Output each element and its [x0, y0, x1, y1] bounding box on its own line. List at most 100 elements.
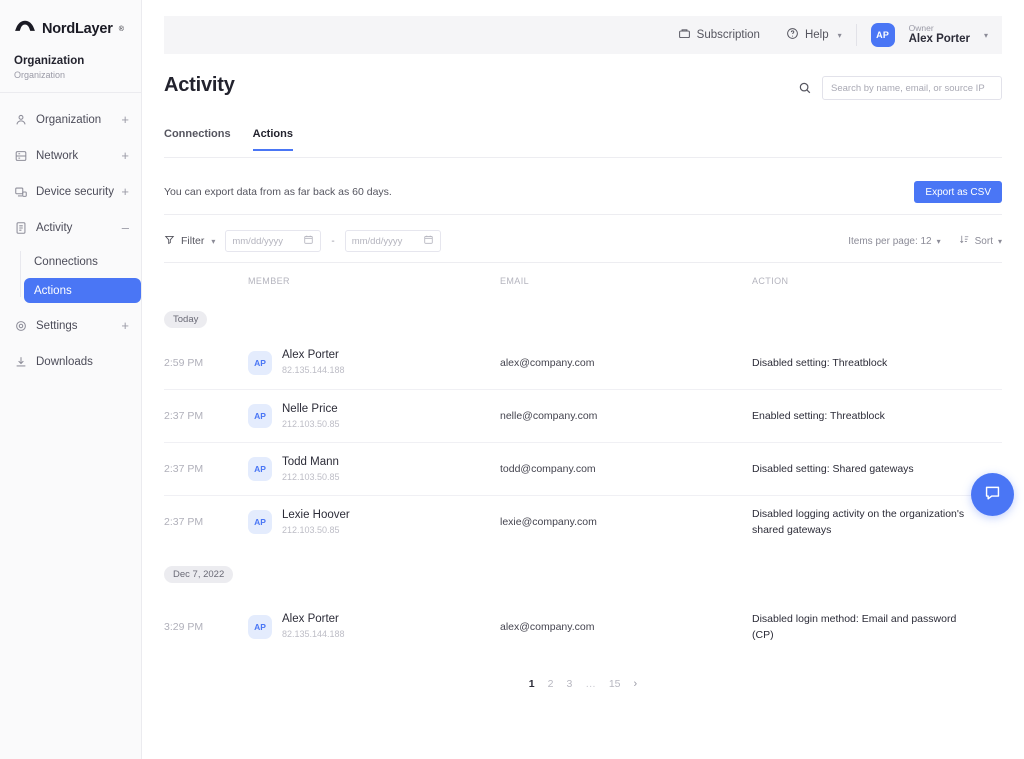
table-row[interactable]: 2:37 PM AP Nelle Price 212.103.50.85 nel… — [164, 389, 1002, 442]
chevron-down-icon: ▾ — [211, 236, 216, 246]
row-email: alex@company.com — [500, 356, 595, 369]
export-note: You can export data from as far back as … — [164, 186, 392, 198]
sidebar-subnav-activity: Connections Actions — [0, 249, 141, 303]
sidebar-item-connections[interactable]: Connections — [24, 249, 141, 274]
device-security-icon — [14, 185, 28, 199]
date-to-placeholder: mm/dd/yyyy — [351, 235, 403, 247]
network-icon — [14, 149, 28, 163]
org-block[interactable]: Organization Organization — [0, 40, 141, 93]
row-member: AP Alex Porter 82.135.144.188 — [248, 348, 500, 377]
chevron-down-icon: ▾ — [997, 236, 1002, 246]
tab-bar: Connections Actions — [164, 128, 293, 151]
date-to-input[interactable]: mm/dd/yyyy — [344, 230, 441, 252]
gear-icon — [14, 319, 28, 333]
table-row[interactable]: 3:29 PM AP Alex Porter 82.135.144.188 al… — [164, 600, 1002, 653]
member-meta: Alex Porter 82.135.144.188 — [282, 348, 345, 377]
toolbar-divider — [164, 262, 1002, 263]
nordlayer-logo-icon — [14, 18, 36, 40]
expand-icon[interactable]: + — [121, 185, 129, 198]
calendar-icon — [423, 234, 434, 248]
avatar: AP — [248, 614, 272, 639]
items-per-page-select[interactable]: Items per page: 12 ▾ — [848, 236, 940, 247]
row-member: AP Alex Porter 82.135.144.188 — [248, 612, 500, 641]
organization-icon — [14, 113, 28, 127]
sidebar-item-downloads[interactable]: Downloads — [0, 347, 141, 377]
export-divider — [164, 214, 1002, 215]
row-time: 2:37 PM — [164, 516, 204, 528]
brand-name: NordLayer — [42, 21, 113, 37]
sort-select[interactable]: Sort ▾ — [959, 234, 1002, 248]
row-time: 3:29 PM — [164, 620, 204, 633]
expand-icon[interactable]: + — [121, 113, 129, 126]
sidebar-item-device-security[interactable]: Device security + — [0, 177, 141, 207]
app-root: NordLayer ® Organization Organization Or… — [0, 0, 1024, 759]
date-from-input[interactable]: mm/dd/yyyy — [225, 230, 322, 252]
member-name: Alex Porter — [282, 349, 339, 361]
filter-label: Filter — [181, 235, 205, 247]
sidebar-item-activity[interactable]: Activity – — [0, 213, 141, 243]
search-icon[interactable] — [798, 81, 812, 95]
toolbar-right: Items per page: 12 ▾ Sort ▾ — [848, 234, 1002, 248]
row-action: Enabled setting: Threatblock — [752, 410, 885, 422]
sidebar-item-settings[interactable]: Settings + — [0, 311, 141, 341]
tab-actions[interactable]: Actions — [252, 128, 293, 151]
help-button[interactable]: Help ▾ — [786, 27, 842, 43]
user-menu[interactable]: AP Owner Alex Porter ▾ — [870, 23, 988, 47]
sidebar-item-network[interactable]: Network + — [0, 141, 141, 171]
table-row[interactable]: 2:37 PM AP Lexie Hoover 212.103.50.85 le… — [164, 495, 1002, 548]
row-action: Disabled login method: Email and passwor… — [752, 612, 957, 641]
member-meta: Todd Mann 212.103.50.85 — [282, 455, 340, 484]
row-member: AP Nelle Price 212.103.50.85 — [248, 402, 500, 431]
page-2[interactable]: 2 — [548, 678, 554, 690]
chat-widget-button[interactable] — [971, 473, 1014, 516]
table-row[interactable]: 2:59 PM AP Alex Porter 82.135.144.188 al… — [164, 336, 1002, 389]
calendar-icon — [303, 234, 314, 248]
row-time: 2:59 PM — [164, 356, 204, 369]
page-3[interactable]: 3 — [566, 678, 572, 690]
divider — [855, 24, 857, 46]
row-member: AP Lexie Hoover 212.103.50.85 — [248, 508, 500, 537]
row-action: Disabled logging activity on the organiz… — [752, 508, 965, 536]
subscription-button[interactable]: Subscription — [678, 27, 760, 43]
member-ip: 82.135.144.188 — [282, 365, 345, 375]
expand-icon[interactable]: + — [121, 149, 129, 162]
sidebar-label: Organization — [36, 114, 102, 126]
page-ellipsis: … — [585, 678, 596, 690]
date-group-header: Today — [164, 302, 1002, 336]
page-15[interactable]: 15 — [609, 678, 621, 690]
member-name: Lexie Hoover — [282, 508, 350, 521]
date-group-header: Dec 7, 2022 — [164, 548, 1002, 600]
subscription-icon — [678, 27, 691, 43]
filter-button[interactable]: Filter ▾ — [164, 234, 215, 248]
search-area — [798, 76, 1002, 100]
sort-icon — [959, 234, 970, 248]
member-ip: 82.135.144.188 — [282, 629, 345, 639]
user-name: Alex Porter — [908, 33, 970, 46]
row-email: lexie@company.com — [500, 516, 597, 528]
export-csv-button[interactable]: Export as CSV — [914, 181, 1002, 203]
avatar: AP — [248, 350, 272, 375]
row-time: 2:37 PM — [164, 410, 204, 422]
expand-icon[interactable]: + — [121, 319, 129, 332]
chevron-down-icon: ▾ — [837, 30, 842, 40]
member-name: Nelle Price — [282, 402, 338, 415]
chevron-down-icon: ▾ — [936, 236, 941, 246]
page-1[interactable]: 1 — [529, 678, 535, 690]
tab-connections[interactable]: Connections — [164, 128, 231, 151]
member-meta: Nelle Price 212.103.50.85 — [282, 402, 340, 431]
row-email: nelle@company.com — [500, 410, 598, 422]
sidebar-label: Settings — [36, 320, 78, 332]
sidebar-sublabel: Connections — [34, 255, 98, 268]
main-content: Subscription Help ▾ AP Owner Alex Porter — [142, 0, 1024, 759]
member-meta: Lexie Hoover 212.103.50.85 — [282, 508, 350, 537]
sidebar-item-organization[interactable]: Organization + — [0, 105, 141, 135]
collapse-icon[interactable]: – — [122, 221, 129, 234]
member-meta: Alex Porter 82.135.144.188 — [282, 612, 345, 641]
search-input[interactable] — [822, 76, 1002, 100]
date-range-separator: - — [331, 235, 335, 247]
sidebar-item-actions[interactable]: Actions — [24, 278, 141, 303]
member-ip: 212.103.50.85 — [282, 418, 340, 429]
table-row[interactable]: 2:37 PM AP Todd Mann 212.103.50.85 todd@… — [164, 442, 1002, 495]
next-page-icon[interactable]: › — [634, 678, 638, 690]
brand[interactable]: NordLayer ® — [0, 0, 141, 40]
